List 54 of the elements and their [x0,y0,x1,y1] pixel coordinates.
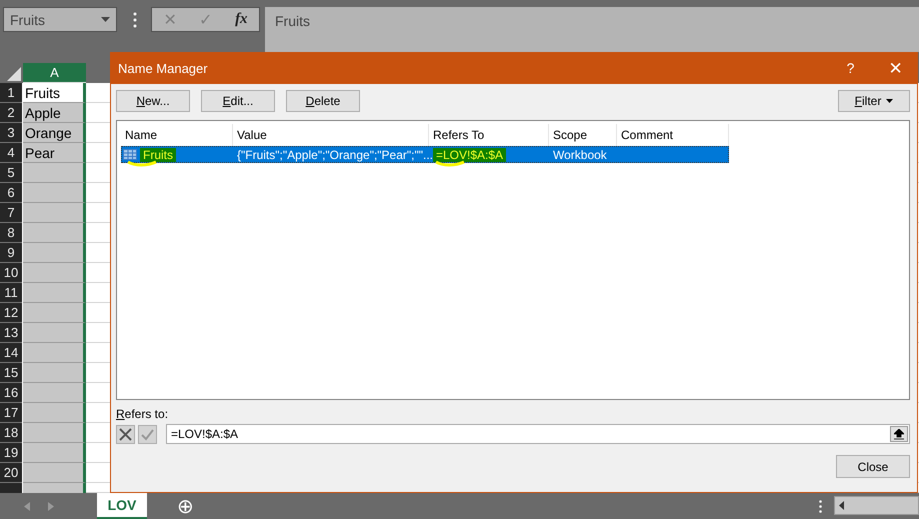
table-cell: Fruits [140,148,176,162]
row-header[interactable]: 19 [0,443,22,463]
new-button[interactable]: New... [116,90,190,112]
highlighter-mark [127,160,157,167]
row-header[interactable]: 10 [0,263,22,283]
row-header[interactable]: 11 [0,283,22,303]
close-button[interactable]: ✕ [873,58,918,78]
table-cell: Workbook [553,148,607,162]
more-icon[interactable] [819,500,822,512]
window-title: Name Manager [118,60,209,76]
row-header[interactable]: 1 [0,83,22,103]
filter-button[interactable]: Filter [838,90,910,112]
collapse-button[interactable] [890,426,908,442]
name-box[interactable]: Fruits [3,7,117,32]
row-header[interactable]: 5 [0,163,22,183]
refers-to-field[interactable]: =LOV!$A:$A [166,424,910,444]
row-header[interactable]: 16 [0,383,22,403]
row-header[interactable]: 15 [0,363,22,383]
scroll-right-icon[interactable] [48,502,54,510]
sheet-tab[interactable]: LOV [97,493,147,519]
row-header[interactable]: 8 [0,223,22,243]
table-icon [123,149,137,160]
table-cell: =LOV!$A:$A [433,148,506,162]
edit-button[interactable]: Edit... [201,90,275,112]
close-button[interactable]: Close [836,455,910,478]
table-cell[interactable]: Fruits [23,83,86,103]
row-header[interactable]: 17 [0,403,22,423]
table-cell[interactable]: Pear [23,143,86,163]
row-header[interactable]: 12 [0,303,22,323]
highlighter-mark [435,160,465,167]
row-header[interactable]: 20 [0,463,22,483]
row-header[interactable]: 18 [0,423,22,443]
field-label: Refers to: [116,407,170,421]
column-header[interactable]: A [23,63,86,83]
row-header[interactable]: 3 [0,123,22,143]
table-cell[interactable]: Apple [23,103,86,123]
table-cell: {"Fruits";"Apple";"Orange";"Pear";""... [237,148,434,162]
formula-field[interactable]: Fruits [265,7,919,52]
horizontal-scrollbar[interactable] [834,496,919,515]
delete-button[interactable]: Delete [286,90,360,112]
row-header[interactable]: 14 [0,343,22,363]
row-header[interactable]: 2 [0,103,22,123]
row-header[interactable]: 4 [0,143,22,163]
cancel-button[interactable] [116,424,135,444]
help-button[interactable]: ? [828,60,873,76]
row-header[interactable]: 6 [0,183,22,203]
row-header[interactable]: 7 [0,203,22,223]
select-all-icon[interactable] [7,67,21,81]
row-header[interactable]: 13 [0,323,22,343]
add-sheet-button[interactable]: ⊕ [177,493,194,519]
row-header[interactable]: 9 [0,243,22,263]
insert-function-button[interactable]: fx [235,11,248,28]
dropdown-icon [101,17,110,22]
table-cell[interactable]: Orange [23,123,86,143]
